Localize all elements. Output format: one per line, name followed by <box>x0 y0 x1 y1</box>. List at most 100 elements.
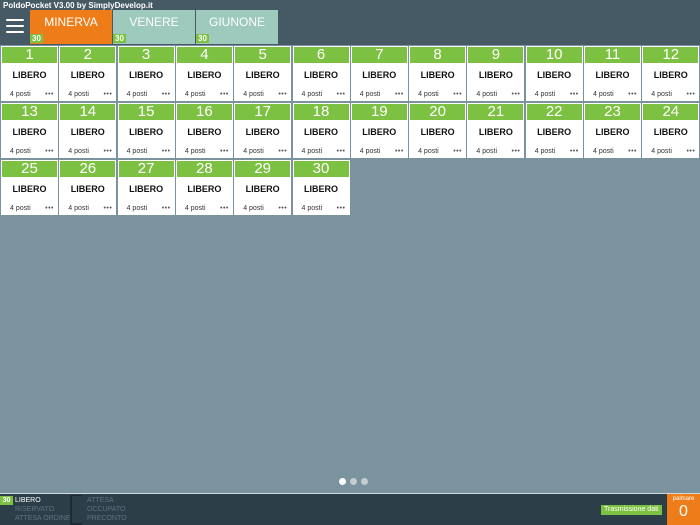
table-card-29[interactable]: 29 LIBERO 4 posti ••• <box>234 160 292 215</box>
table-card-15[interactable]: 15 LIBERO 4 posti ••• <box>117 103 175 158</box>
table-card-2[interactable]: 2 LIBERO 4 posti ••• <box>59 46 117 101</box>
more-options-icon[interactable]: ••• <box>278 148 287 155</box>
more-options-icon[interactable]: ••• <box>45 148 54 155</box>
table-card-22[interactable]: 22 LIBERO 4 posti ••• <box>525 103 583 158</box>
hamburger-menu-icon[interactable] <box>4 15 26 37</box>
more-options-icon[interactable]: ••• <box>628 91 637 98</box>
table-status: LIBERO <box>420 70 455 80</box>
more-options-icon[interactable]: ••• <box>220 205 229 212</box>
more-options-icon[interactable]: ••• <box>337 91 346 98</box>
table-number: 4 <box>176 47 232 63</box>
table-status: LIBERO <box>70 127 105 137</box>
table-seats: 4 posti <box>476 91 498 98</box>
table-card-6[interactable]: 6 LIBERO 4 posti ••• <box>292 46 350 101</box>
table-seats: 4 posti <box>359 91 381 98</box>
more-options-icon[interactable]: ••• <box>512 91 521 98</box>
more-options-icon[interactable]: ••• <box>103 91 112 98</box>
table-number: 13 <box>2 104 57 120</box>
table-status: LIBERO <box>12 184 47 194</box>
table-seats: 4 posti <box>184 205 206 212</box>
more-options-icon[interactable]: ••• <box>162 91 171 98</box>
more-options-icon[interactable]: ••• <box>103 205 112 212</box>
table-card-14[interactable]: 14 LIBERO 4 posti ••• <box>59 103 117 158</box>
table-card-25[interactable]: 25 LIBERO 4 posti ••• <box>1 160 58 215</box>
more-options-icon[interactable]: ••• <box>512 148 521 155</box>
table-card-17[interactable]: 17 LIBERO 4 posti ••• <box>234 103 292 158</box>
more-options-icon[interactable]: ••• <box>628 148 637 155</box>
table-number: 22 <box>526 104 582 120</box>
palmare-counter[interactable]: palmare 0 <box>667 494 700 525</box>
table-status: LIBERO <box>129 70 164 80</box>
table-card-13[interactable]: 13 LIBERO 4 posti ••• <box>1 103 58 158</box>
page-dot-1[interactable] <box>339 478 346 485</box>
table-card-12[interactable]: 12 LIBERO 4 posti ••• <box>642 46 700 101</box>
table-status: LIBERO <box>303 184 338 194</box>
table-card-10[interactable]: 10 LIBERO 4 posti ••• <box>525 46 583 101</box>
more-options-icon[interactable]: ••• <box>453 91 462 98</box>
more-options-icon[interactable]: ••• <box>337 205 346 212</box>
more-options-icon[interactable]: ••• <box>395 148 404 155</box>
table-card-18[interactable]: 18 LIBERO 4 posti ••• <box>292 103 350 158</box>
more-options-icon[interactable]: ••• <box>45 91 54 98</box>
table-seats: 4 posti <box>10 205 31 212</box>
table-seats: 4 posti <box>301 205 323 212</box>
table-card-11[interactable]: 11 LIBERO 4 posti ••• <box>584 46 641 101</box>
table-card-20[interactable]: 20 LIBERO 4 posti ••• <box>409 103 467 158</box>
table-seats: 4 posti <box>651 148 672 155</box>
more-options-icon[interactable]: ••• <box>686 148 695 155</box>
table-seats: 4 posti <box>126 91 148 98</box>
table-seats: 4 posti <box>418 148 439 155</box>
table-card-21[interactable]: 21 LIBERO 4 posti ••• <box>467 103 525 158</box>
tab-room-giunone[interactable]: GIUNONE 30 <box>196 10 278 44</box>
legend-item-libero: 30 LIBERO <box>0 496 68 505</box>
table-number: 7 <box>351 47 407 63</box>
more-options-icon[interactable]: ••• <box>686 91 695 98</box>
legend-item-attesa: ATTESA <box>72 496 152 505</box>
page-dot-2[interactable] <box>350 478 357 485</box>
table-number: 15 <box>118 104 174 120</box>
more-options-icon[interactable]: ••• <box>162 148 171 155</box>
table-card-1[interactable]: 1 LIBERO 4 posti ••• <box>1 46 58 101</box>
table-number: 17 <box>235 104 291 120</box>
legend-label: RISERVATO <box>15 506 55 513</box>
more-options-icon[interactable]: ••• <box>453 148 462 155</box>
table-card-4[interactable]: 4 LIBERO 4 posti ••• <box>175 46 233 101</box>
table-card-5[interactable]: 5 LIBERO 4 posti ••• <box>234 46 292 101</box>
table-number: 23 <box>585 104 640 120</box>
more-options-icon[interactable]: ••• <box>337 148 346 155</box>
more-options-icon[interactable]: ••• <box>570 148 579 155</box>
table-number: 10 <box>526 47 582 63</box>
table-number: 8 <box>410 47 466 63</box>
table-number: 27 <box>118 161 174 177</box>
table-card-27[interactable]: 27 LIBERO 4 posti ••• <box>117 160 175 215</box>
more-options-icon[interactable]: ••• <box>103 148 112 155</box>
table-number: 1 <box>2 47 57 63</box>
table-card-3[interactable]: 3 LIBERO 4 posti ••• <box>117 46 175 101</box>
table-card-7[interactable]: 7 LIBERO 4 posti ••• <box>350 46 408 101</box>
more-options-icon[interactable]: ••• <box>395 91 404 98</box>
more-options-icon[interactable]: ••• <box>45 205 54 212</box>
more-options-icon[interactable]: ••• <box>162 205 171 212</box>
more-options-icon[interactable]: ••• <box>278 91 287 98</box>
table-card-19[interactable]: 19 LIBERO 4 posti ••• <box>350 103 408 158</box>
legend-item-preconto: PRECONTO <box>72 514 152 523</box>
tab-room-minerva[interactable]: MINERVA 30 <box>30 10 112 44</box>
table-card-8[interactable]: 8 LIBERO 4 posti ••• <box>409 46 467 101</box>
more-options-icon[interactable]: ••• <box>570 91 579 98</box>
legend-count <box>72 514 85 523</box>
table-seats: 4 posti <box>184 148 206 155</box>
more-options-icon[interactable]: ••• <box>220 148 229 155</box>
table-card-23[interactable]: 23 LIBERO 4 posti ••• <box>584 103 641 158</box>
more-options-icon[interactable]: ••• <box>278 205 287 212</box>
table-card-28[interactable]: 28 LIBERO 4 posti ••• <box>175 160 233 215</box>
table-card-24[interactable]: 24 LIBERO 4 posti ••• <box>642 103 700 158</box>
tab-label: VENERE <box>129 15 179 29</box>
table-card-16[interactable]: 16 LIBERO 4 posti ••• <box>175 103 233 158</box>
more-options-icon[interactable]: ••• <box>220 91 229 98</box>
page-dot-3[interactable] <box>361 478 368 485</box>
table-card-26[interactable]: 26 LIBERO 4 posti ••• <box>59 160 117 215</box>
tab-room-venere[interactable]: VENERE 30 <box>113 10 195 44</box>
table-card-9[interactable]: 9 LIBERO 4 posti ••• <box>467 46 525 101</box>
table-card-30[interactable]: 30 LIBERO 4 posti ••• <box>292 160 350 215</box>
tab-label: GIUNONE <box>208 15 265 29</box>
